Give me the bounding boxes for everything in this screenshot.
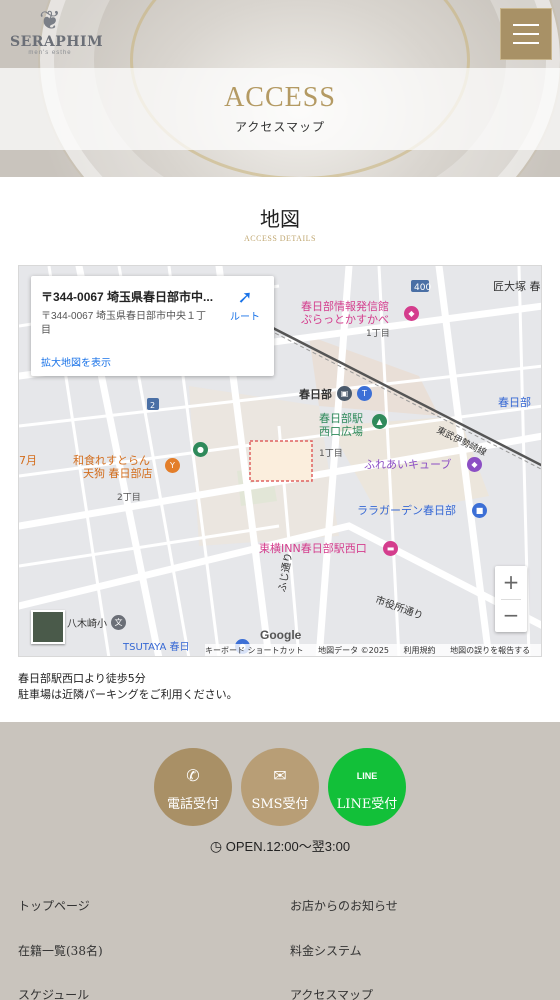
poi-station[interactable]: 春日部 [299,388,332,401]
footer-link-news[interactable]: お店からのお知らせ [290,897,398,914]
page-title-band: ACCESS アクセスマップ [0,68,560,150]
opening-hours-text: OPEN.12:00〜翌3:00 [225,839,351,854]
google-map[interactable]: 〒344-0067 埼玉県春日部市中... 〒344-0067 埼玉県春日部市中… [18,265,542,657]
opening-hours: ◷ OPEN.12:00〜翌3:00 [0,836,560,855]
footer-link-schedule[interactable]: スケジュール [18,986,89,1000]
sms-icon: ✉ [273,766,287,785]
route-2-label: 2 [150,401,156,410]
poi-west-plaza[interactable]: 春日部駅 西口広場 [319,412,363,438]
hamburger-icon [513,24,539,26]
access-section: 地図 ACCESS DETAILS 〒344-0067 埼玉県春日部市中... … [0,177,560,722]
train-line-icon: T [357,386,372,401]
map-card-address: 〒344-0067 埼玉県春日部市中央１丁目 [41,311,207,336]
poi-tengu-line2: 天狗 春日部店 [83,467,153,480]
keyboard-shortcuts-link[interactable]: キーボード ショートカット [205,646,304,655]
poi-kasukabe-right[interactable]: 春日部 [498,396,531,409]
line-contact-button[interactable]: LINE LINE受付 [328,748,406,826]
hotel-pin-icon: ▬ [383,541,398,556]
poi-west-plaza-line1: 春日部駅 [319,412,363,425]
hamburger-menu-button[interactable] [500,8,552,60]
footer-link-roster[interactable]: 在籍一覧(38名) [18,942,103,959]
phone-icon: ✆ [186,766,200,785]
poi-takumi[interactable]: 匠大塚 春 [493,280,541,293]
page-subtitle: アクセスマップ [234,120,326,134]
poi-tengu-line1: 和食れすとらん [73,454,150,467]
chome-1-label: 1丁目 [366,329,390,339]
zoom-out-button[interactable]: − [495,599,527,632]
poi-lalagarden[interactable]: ララガーデン春日部 [357,504,456,517]
poi-tengu-restaurant[interactable]: 和食れすとらん 天狗 春日部店 [73,454,153,480]
footer-link-price[interactable]: 料金システム [290,942,362,959]
sms-contact-label: SMS受付 [251,797,309,812]
route-label: ルート [230,312,260,323]
map-card-title: 〒344-0067 埼玉県春日部市中... [41,290,214,304]
section-subtitle: ACCESS DETAILS [244,234,316,243]
line-contact-label: LINE受付 [336,797,398,812]
restaurant-pin-icon: Y [165,458,180,473]
sms-contact-button[interactable]: ✉ SMS受付 [241,748,319,826]
directions-icon: ➚ [237,287,253,307]
map-data-label: 地図データ ©2025 [318,646,389,655]
site-header: ❦ SERAPHIM men's esthe [0,0,560,70]
contact-buttons: ✆ 電話受付 ✉ SMS受付 LINE LINE受付 [0,748,560,828]
poi-info-center-line2: ぷらっとかすかべ [301,313,389,326]
route-button[interactable]: ➚ ルート [225,286,265,323]
footer-link-access[interactable]: アクセスマップ [290,986,373,1000]
phone-contact-label: 電話受付 [166,797,219,812]
access-description: 春日部駅西口より徒歩5分 駐車場は近隣パーキングをご利用ください。 [18,671,238,703]
poi-west-plaza-line2: 西口広場 [319,425,363,438]
footer-link-top[interactable]: トップページ [18,897,90,914]
line-icon: LINE [356,771,378,781]
shopping-bag-icon: ■ [472,503,487,518]
poi-yagisaki-school[interactable]: 八木崎小 [67,618,107,631]
poi-tsutaya[interactable]: TSUTAYA 春日 [123,641,190,654]
park-pin-icon: ▲ [372,414,387,429]
google-logo: Google [260,628,302,642]
hamburger-icon-line [513,42,539,44]
map-attribution: キーボード ショートカット 地図データ ©2025 利用規約 地図の誤りを報告す… [205,644,541,656]
logo-subtext: men's esthe [28,50,72,56]
hamburger-icon-line [513,33,539,35]
shop-pin-icon[interactable]: ◆ [404,306,419,321]
map-info-card: 〒344-0067 埼玉県春日部市中... 〒344-0067 埼玉県春日部市中… [31,276,274,376]
building-pin-icon: ◆ [467,457,482,472]
place-pin-icon: ● [193,442,208,457]
clock-icon: ◷ [209,838,223,854]
poi-toyoko-inn[interactable]: 東横INN春日部駅西口 [259,542,367,555]
page-title: ACCESS [224,82,336,113]
poi-fureai-cube[interactable]: ふれあいキューブ [364,458,451,471]
report-error-link[interactable]: 地図の誤りを報告する [450,646,530,655]
logo[interactable]: ❦ SERAPHIM men's esthe [10,6,104,56]
chome-1b-label: 1丁目 [319,449,343,459]
logo-text: SERAPHIM [10,34,104,50]
angel-wing-icon: ❦ [39,6,61,36]
phone-contact-button[interactable]: ✆ 電話受付 [154,748,232,826]
school-pin-icon: 文 [111,615,126,630]
terms-link[interactable]: 利用規約 [404,646,436,655]
satellite-thumbnail[interactable] [31,610,65,644]
chome-2-label: 2丁目 [117,493,141,503]
poi-info-center[interactable]: 春日部情報発信館 ぷらっとかすかべ [301,300,389,326]
route-400-label: 400 [414,283,432,293]
left-edge-label: 7月 [19,454,37,467]
poi-info-center-line1: 春日部情報発信館 [301,300,389,313]
train-icon: ▣ [337,386,352,401]
section-title: 地図 [260,207,300,231]
zoom-controls: + − [495,566,527,632]
access-line-walk: 春日部駅西口より徒歩5分 [18,672,146,685]
zoom-divider [501,599,521,600]
view-larger-map-link[interactable]: 拡大地図を表示 [41,354,111,369]
zoom-in-button[interactable]: + [495,566,527,599]
access-line-parking: 駐車場は近隣パーキングをご利用ください。 [18,688,238,701]
